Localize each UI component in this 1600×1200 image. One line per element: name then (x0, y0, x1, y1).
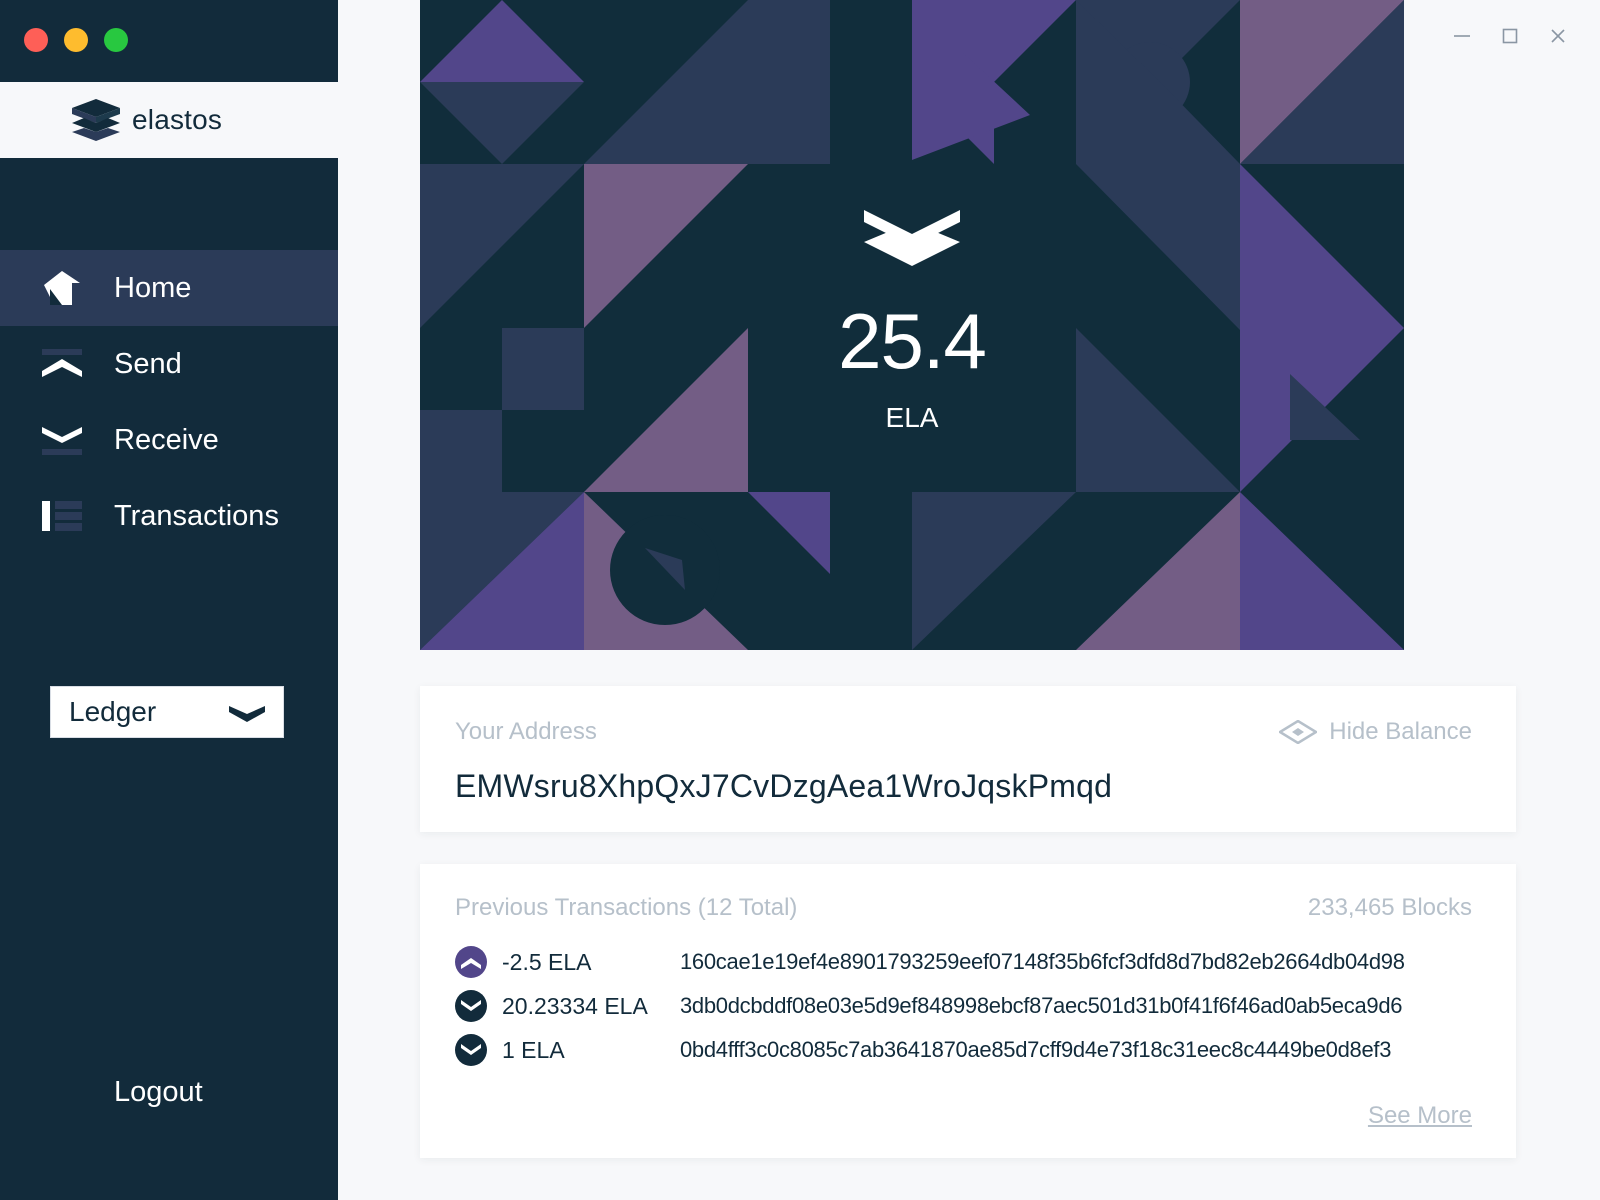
received-icon (455, 990, 487, 1022)
hide-balance-button[interactable]: Hide Balance (1279, 718, 1472, 746)
minimize-window-button[interactable] (64, 28, 88, 52)
sidebar-item-label: Home (114, 271, 192, 304)
elastos-logo-icon (864, 210, 960, 266)
table-row[interactable]: 20.23334 ELA 3db0dcbddf08e03e5d9ef848998… (455, 989, 1475, 1023)
table-row[interactable]: 1 ELA 0bd4fff3c0c8085c7ab3641870ae85d7cf… (455, 1033, 1475, 1067)
sidebar-item-transactions[interactable]: Transactions (0, 478, 338, 554)
sidebar: elastos Home Send Receive Transactions L… (0, 0, 338, 1200)
chevron-down-icon (229, 706, 265, 722)
balance-display: 25.4 ELA (420, 200, 1404, 434)
sidebar-item-label: Transactions (114, 499, 279, 532)
hide-balance-label: Hide Balance (1329, 718, 1472, 745)
transaction-hash: 3db0dcbddf08e03e5d9ef848998ebcf87aec501d… (680, 993, 1403, 1018)
minimize-icon[interactable] (1450, 24, 1474, 48)
wallet-select[interactable]: Ledger (50, 686, 284, 738)
logout-button[interactable]: Logout (114, 1076, 203, 1109)
sidebar-item-send[interactable]: Send (0, 326, 338, 402)
transactions-icon (40, 496, 84, 536)
see-more-link[interactable]: See More (1368, 1102, 1472, 1130)
block-count: 233,465 Blocks (1307, 894, 1472, 921)
receive-icon (40, 420, 84, 460)
balance-banner: 25.4 ELA (420, 0, 1404, 650)
transaction-hash: 0bd4fff3c0c8085c7ab3641870ae85d7cff9d4e7… (680, 1037, 1392, 1062)
sidebar-item-label: Receive (114, 423, 219, 456)
transaction-amount: -2.5 ELA (502, 948, 592, 975)
home-icon (40, 268, 84, 308)
sidebar-nav: Home Send Receive Transactions (0, 250, 338, 554)
close-window-button[interactable] (24, 28, 48, 52)
transactions-title: Previous Transactions (12 Total) (455, 894, 798, 921)
wallet-address[interactable]: EMWsru8XhpQxJ7CvDzgAea1WroJqskPmqd (455, 768, 1112, 805)
window-controls (1450, 24, 1570, 48)
address-card: Your Address Hide Balance EMWsru8XhpQxJ7… (420, 686, 1516, 832)
close-icon[interactable] (1546, 24, 1570, 48)
transaction-amount: 20.23334 ELA (502, 992, 648, 1019)
sidebar-item-receive[interactable]: Receive (0, 402, 338, 478)
transaction-amount: 1 ELA (502, 1036, 565, 1063)
sidebar-item-home[interactable]: Home (0, 250, 338, 326)
elastos-logo-icon (72, 99, 120, 141)
sent-icon (455, 946, 487, 978)
eye-icon (1279, 720, 1318, 744)
balance-unit: ELA (885, 402, 939, 433)
brand-name: elastos (132, 104, 223, 135)
window-traffic-lights (24, 28, 128, 52)
transactions-card: Previous Transactions (12 Total) 233,465… (420, 864, 1516, 1158)
wallet-select-value: Ledger (69, 696, 157, 727)
send-icon (40, 344, 84, 384)
address-label: Your Address (455, 718, 597, 745)
table-row[interactable]: -2.5 ELA 160cae1e19ef4e8901793259eef0714… (455, 945, 1475, 979)
sidebar-item-label: Send (114, 347, 182, 380)
brand-header: elastos (0, 82, 338, 158)
transaction-hash: 160cae1e19ef4e8901793259eef07148f35b6fcf… (680, 949, 1405, 974)
maximize-icon[interactable] (1498, 24, 1522, 48)
balance-amount: 25.4 (838, 297, 987, 385)
maximize-window-button[interactable] (104, 28, 128, 52)
received-icon (455, 1034, 487, 1066)
